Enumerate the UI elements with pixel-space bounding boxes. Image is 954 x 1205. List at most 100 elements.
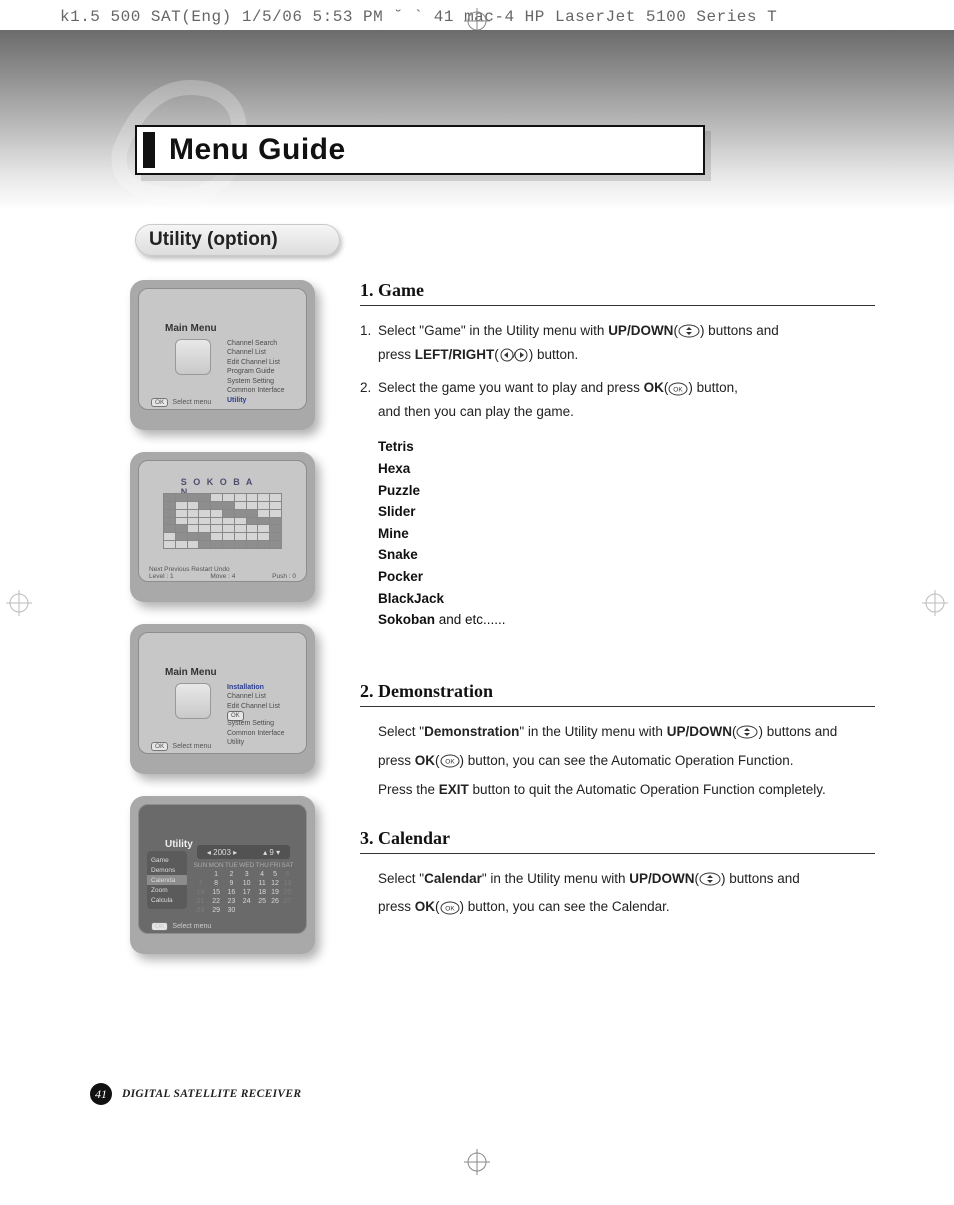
paragraph: press OK(OK) button, you can see the Cal… — [360, 896, 875, 919]
list-item: BlackJack — [378, 588, 875, 610]
list-item: Slider — [378, 501, 875, 523]
paragraph: Select "Calendar" in the Utility menu wi… — [360, 868, 875, 891]
game-list: Tetris Hexa Puzzle Slider Mine Snake Poc… — [378, 436, 875, 630]
bold-text: UP/DOWN — [667, 724, 732, 739]
calendar-cell: 3 — [238, 870, 254, 879]
step-number: 1. — [360, 320, 371, 342]
calendar-cell: 23 — [224, 897, 238, 906]
menu-thumbnail-icon — [175, 339, 211, 375]
text: ) button, — [688, 380, 738, 395]
calendar-cell — [269, 906, 280, 915]
status-text: Select menu — [172, 743, 211, 750]
page-title: Menu Guide — [169, 133, 346, 167]
calendar-cell: 27 — [281, 897, 294, 906]
calendar-cell: 14 — [193, 888, 208, 897]
registration-mark-left-icon — [6, 590, 32, 616]
bold-text: OK — [644, 380, 664, 395]
calendar-cell: 17 — [238, 888, 254, 897]
menu-item: Common Interface — [227, 729, 294, 738]
page-title-box: Menu Guide — [135, 125, 705, 175]
text: press — [378, 753, 415, 768]
step: 1. Select "Game" in the Utility menu wit… — [360, 320, 875, 365]
up-down-button-icon — [678, 324, 700, 338]
calendar-cell: 22 — [208, 897, 224, 906]
calendar-cell: 28 — [193, 906, 208, 915]
calendar-cell: 12 — [269, 879, 280, 888]
bold-text: LEFT/RIGHT — [415, 347, 495, 362]
text: and etc...... — [435, 612, 506, 627]
text: " in the Utility menu with — [519, 724, 666, 739]
sokoban-controls: Next Previous Restart Undo — [149, 566, 230, 573]
stat: Push : 0 — [272, 573, 296, 580]
text: and then you can play the game. — [378, 401, 875, 423]
ok-button-icon: OK — [440, 754, 460, 768]
menu-item: Channel Search — [227, 339, 294, 348]
paragraph: Press the EXIT button to quit the Automa… — [360, 779, 875, 802]
menu-item-active: Utility — [227, 396, 294, 405]
sokoban-stats: Level : 1 Move : 4 Push : 0 — [149, 573, 296, 580]
menu-thumbnail-icon — [175, 683, 211, 719]
up-down-button-icon — [736, 725, 758, 739]
calendar-cell: 7 — [193, 879, 208, 888]
calendar-cell: 10 — [238, 879, 254, 888]
calendar-cell: 25 — [255, 897, 269, 906]
status-text: Select menu — [172, 399, 211, 406]
calendar-cell: 21 — [193, 897, 208, 906]
list-item: Puzzle — [378, 480, 875, 502]
screenshot-main-menu: Main Menu Channel Search Channel List Ed… — [130, 280, 315, 430]
text: press — [378, 899, 415, 914]
bold-text: EXIT — [439, 782, 469, 797]
calendar-cell: 29 — [208, 906, 224, 915]
ok-badge: OK — [151, 742, 168, 751]
title-accent-bar — [143, 132, 155, 168]
screenshot-title: Main Menu — [165, 323, 217, 334]
text: Select " — [378, 871, 424, 886]
calendar-cell: 5 — [269, 870, 280, 879]
calendar-grid: SUN MON TUE WED THU FRI SAT 123456789101… — [193, 861, 294, 907]
calendar-cell — [281, 906, 294, 915]
footer-text: DIGITAL SATELLITE RECEIVER — [122, 1088, 301, 1100]
bold-text: Calendar — [424, 871, 482, 886]
list-item: Mine — [378, 523, 875, 545]
heading-rule — [360, 706, 875, 707]
list-item: Snake — [378, 544, 875, 566]
list-item: Pocker — [378, 566, 875, 588]
screenshot-main-menu-2: Main Menu Installation Channel List Edit… — [130, 624, 315, 774]
left-right-button-icon: / — [499, 348, 529, 362]
calendar-cell: 6 — [281, 870, 294, 879]
menu-item: Utility — [227, 738, 294, 747]
menu-item: System Setting — [227, 719, 294, 728]
calendar-cell — [238, 906, 254, 915]
calendar-cell: 18 — [255, 888, 269, 897]
text: ) button, you can see the Calendar. — [460, 899, 670, 914]
text: " in the Utility menu with — [482, 871, 629, 886]
screenshot-title: Main Menu — [165, 667, 217, 678]
bold-text: UP/DOWN — [608, 323, 673, 338]
sokoban-footer: Next Previous Restart Undo — [149, 566, 296, 573]
calendar-cell: 16 — [224, 888, 238, 897]
screenshot-menu-list: Installation Channel List Edit Channel L… — [227, 683, 294, 748]
ok-button-icon: OK — [668, 382, 688, 396]
calendar-sidebar: Game Demons Calenda Zoom Calcula — [147, 851, 187, 909]
paragraph: Select "Demonstration" in the Utility me… — [360, 721, 875, 744]
dow: SUN — [193, 861, 208, 870]
calendar-month: 9 — [269, 848, 273, 857]
calendar-cell: 4 — [255, 870, 269, 879]
ok-badge: OK — [151, 922, 168, 931]
calendar-cell: 26 — [269, 897, 280, 906]
ok-button-icon: OK — [440, 901, 460, 915]
calendar-cell: 15 — [208, 888, 224, 897]
step-number: 2. — [360, 377, 371, 399]
screenshot-calendar: Utility Game Demons Calenda Zoom Calcula… — [130, 796, 315, 954]
dow: THU — [255, 861, 269, 870]
menu-item: Edit Channel List — [227, 358, 294, 367]
menu-item: Common Interface — [227, 386, 294, 395]
sidebar-item-active: Calenda — [147, 875, 187, 885]
svg-text:OK: OK — [445, 759, 455, 766]
dow: SAT — [281, 861, 294, 870]
text: ) button, you can see the Automatic Oper… — [460, 753, 794, 768]
calendar-cell: 9 — [224, 879, 238, 888]
heading-rule — [360, 305, 875, 306]
calendar-year: 2003 — [213, 848, 231, 857]
dow: FRI — [269, 861, 280, 870]
